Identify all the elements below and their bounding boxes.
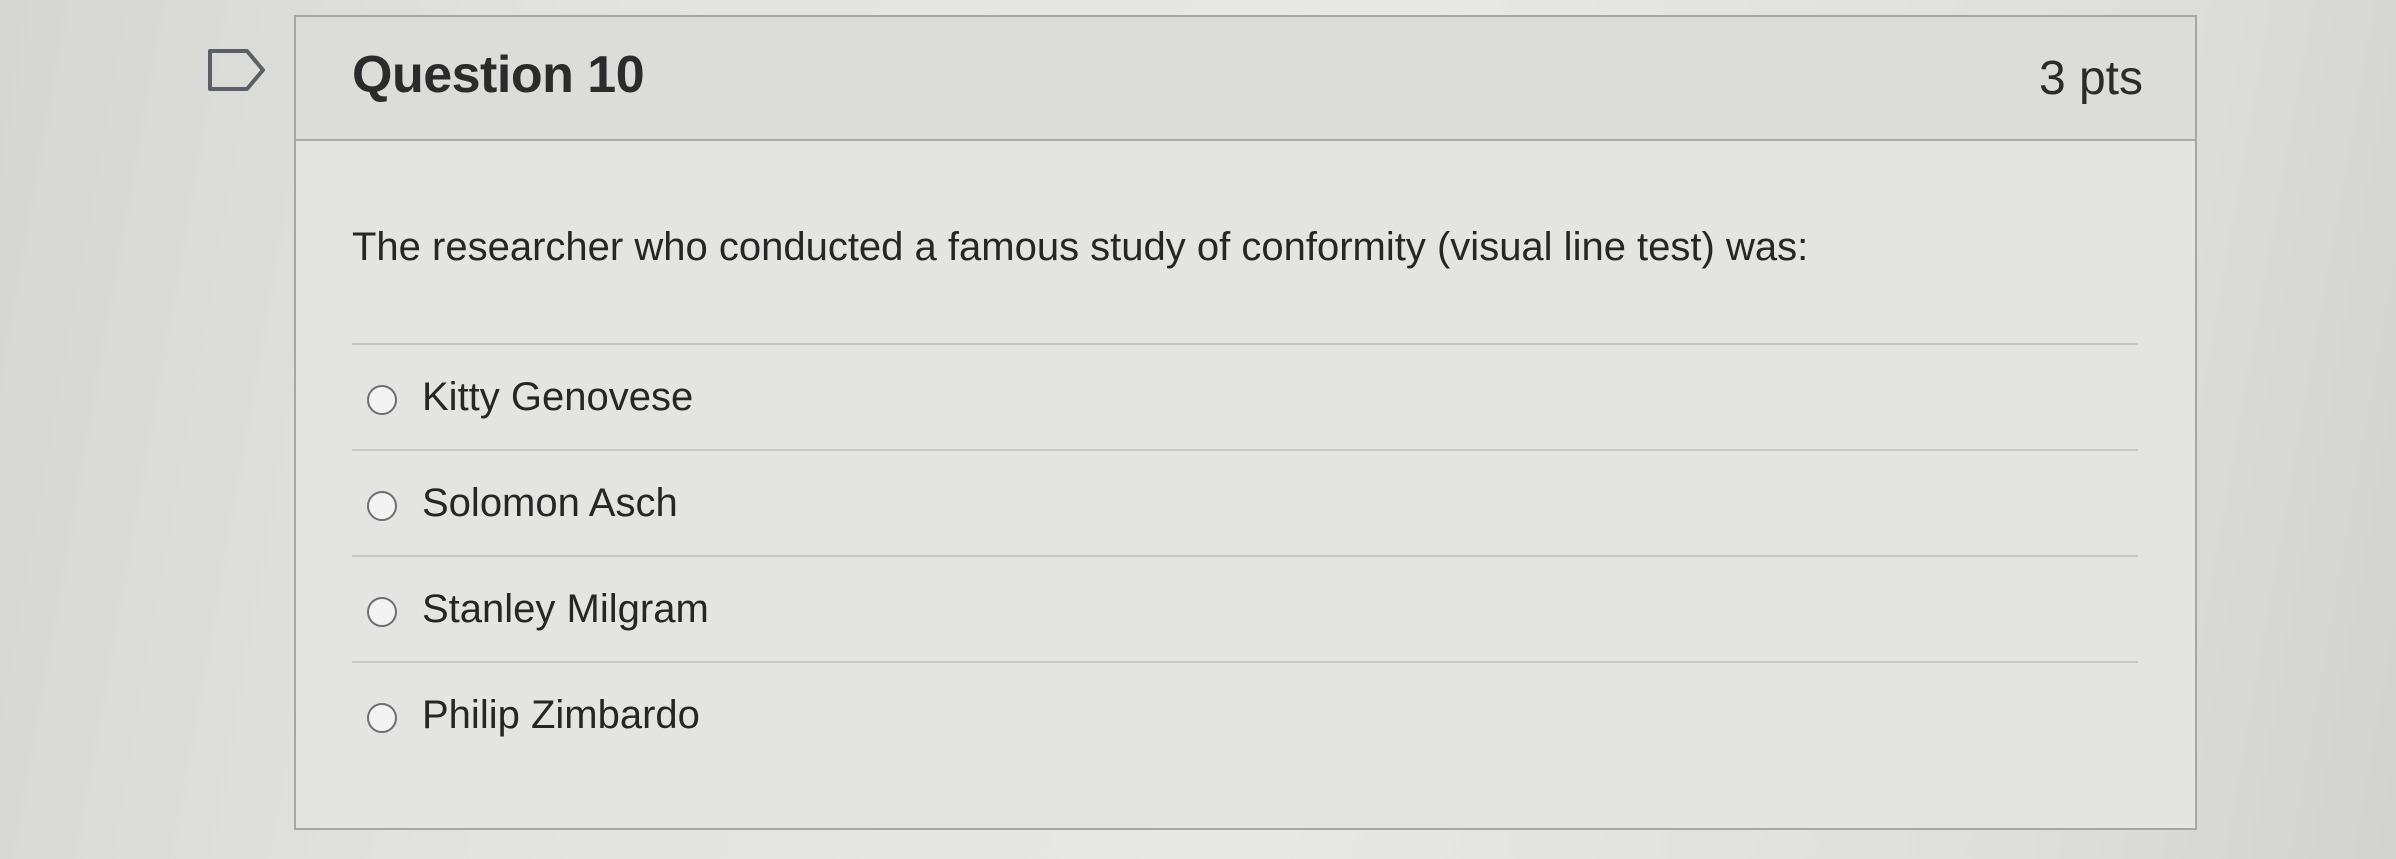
answer-list: Kitty Genovese Solomon Asch Stanley Milg… (352, 343, 2138, 767)
answer-label[interactable]: Philip Zimbardo (422, 693, 700, 738)
question-text: The researcher who conducted a famous st… (352, 225, 1809, 269)
radio-button[interactable] (367, 491, 397, 521)
answer-option[interactable]: Stanley Milgram (352, 555, 2138, 661)
answer-option[interactable]: Kitty Genovese (352, 343, 2138, 449)
answer-option[interactable]: Philip Zimbardo (352, 661, 2138, 767)
answer-label[interactable]: Kitty Genovese (422, 375, 693, 420)
radio-button[interactable] (367, 385, 397, 415)
question-header: Question 10 3 pts (296, 17, 2195, 141)
answer-label[interactable]: Stanley Milgram (422, 587, 709, 632)
radio-button[interactable] (367, 703, 397, 733)
flag-question-icon[interactable] (207, 48, 267, 92)
question-points: 3 pts (2038, 52, 2143, 105)
answer-label[interactable]: Solomon Asch (422, 481, 678, 526)
radio-button[interactable] (367, 597, 397, 627)
question-card: Question 10 3 pts The researcher who con… (294, 15, 2197, 830)
question-title: Question 10 (352, 46, 645, 104)
answer-option[interactable]: Solomon Asch (352, 449, 2138, 555)
